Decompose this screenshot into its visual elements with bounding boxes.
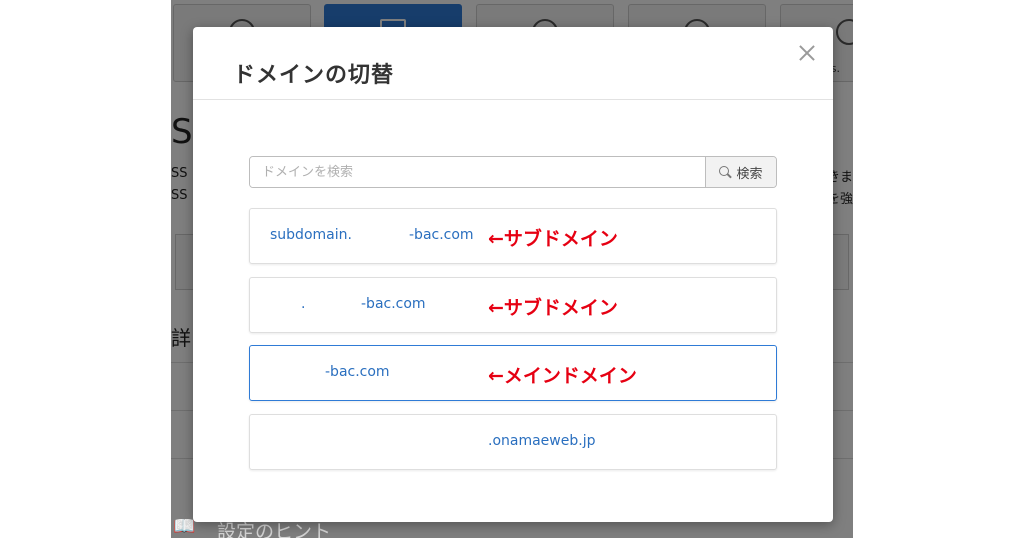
domain-annotation: ←サブドメイン bbox=[488, 228, 618, 250]
domain-prefix: . bbox=[301, 296, 306, 312]
modal-title: ドメインの切替 bbox=[233, 63, 395, 88]
domain-annotation: ←サブドメイン bbox=[488, 297, 618, 319]
close-button[interactable] bbox=[795, 41, 819, 65]
search-button-label: 検索 bbox=[736, 166, 763, 182]
domain-item[interactable]: subdomain. -bac.com ←サブドメイン bbox=[249, 208, 777, 264]
domain-annotation: ←メインドメイン bbox=[488, 365, 637, 387]
search-icon bbox=[719, 166, 731, 178]
domain-switch-modal: ドメインの切替 検索 subdomain. -bac.com ←サブドメイン .… bbox=[193, 27, 833, 522]
modal-header: ドメインの切替 bbox=[193, 27, 833, 100]
domain-suffix: -bac.com bbox=[325, 364, 390, 380]
domain-search: 検索 bbox=[249, 156, 777, 188]
domain-prefix: subdomain. bbox=[270, 227, 352, 243]
domain-suffix: .onamaeweb.jp bbox=[488, 433, 596, 449]
search-input[interactable] bbox=[250, 157, 705, 187]
domain-suffix: -bac.com bbox=[409, 227, 474, 243]
domain-item[interactable]: . -bac.com ←サブドメイン bbox=[249, 277, 777, 333]
search-button[interactable]: 検索 bbox=[705, 157, 776, 187]
book-icon: 📖 bbox=[173, 519, 196, 537]
domain-item[interactable]: .onamaeweb.jp bbox=[249, 414, 777, 470]
domain-item-selected[interactable]: -bac.com ←メインドメイン bbox=[249, 345, 777, 401]
domain-suffix: -bac.com bbox=[361, 296, 426, 312]
